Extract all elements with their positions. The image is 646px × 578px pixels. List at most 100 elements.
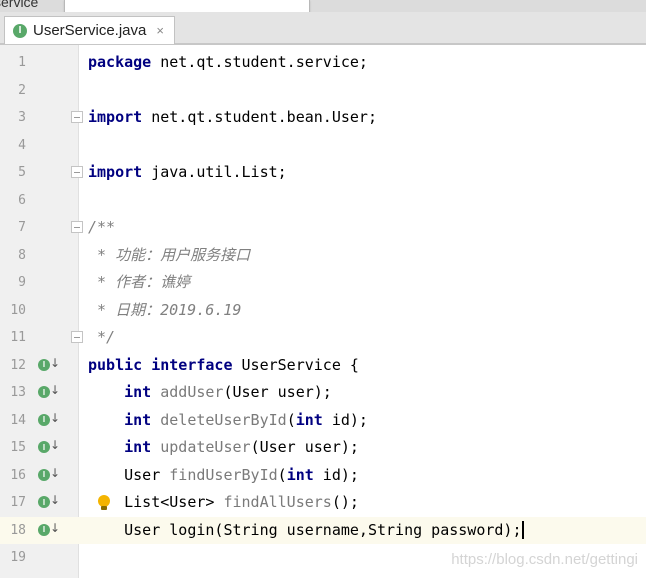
line-number: 3 (18, 110, 26, 125)
code-line[interactable]: 11 */ (0, 324, 646, 352)
arrow-down-icon: ↓ (50, 465, 61, 480)
keyword-token: package (88, 53, 152, 71)
keyword-token: int (124, 383, 152, 401)
line-number: 14 (10, 412, 26, 428)
line-number: 5 (18, 165, 26, 180)
keyword-token: int (124, 410, 152, 429)
line-number: 7 (18, 220, 26, 235)
keyword-token: int (124, 438, 152, 456)
keyword-token: int (295, 410, 323, 429)
code-token: List<User> (88, 493, 224, 511)
comment-token: * 日期：2019.6.19 (88, 300, 242, 319)
implemented-marker-icon[interactable]: I ↓ (38, 466, 60, 482)
implemented-marker-icon[interactable]: I ↓ (38, 356, 60, 372)
code-text: package net.qt.student.service; (88, 49, 368, 77)
fold-icon[interactable] (71, 111, 83, 123)
arrow-down-icon: ↓ (50, 410, 61, 425)
code-line[interactable]: 4 (0, 132, 646, 160)
code-line[interactable]: 2 (0, 77, 646, 105)
method-name-token: updateUser (160, 438, 251, 456)
breadcrumb[interactable]: service (0, 0, 38, 10)
comment-token: */ (88, 328, 116, 346)
tab-label: UserService.java (33, 22, 147, 39)
code-line[interactable]: 9 * 作者：谯婷 (0, 269, 646, 297)
line-number: 19 (10, 550, 26, 565)
code-token: ( (286, 410, 296, 429)
code-line[interactable]: 7 /** (0, 214, 646, 242)
code-line[interactable]: 15 I ↓ int updateUser(User user); (0, 434, 646, 462)
code-line[interactable]: 3 import net.qt.student.bean.User; (0, 104, 646, 132)
code-text: * 作者：谯婷 (88, 269, 190, 297)
interface-icon: I (38, 468, 50, 481)
interface-icon: I (38, 413, 50, 426)
interface-icon: I (38, 386, 50, 398)
code-token: (); (331, 493, 359, 511)
code-line[interactable]: 6 (0, 187, 646, 215)
method-name-token: findUserById (169, 465, 278, 484)
arrow-down-icon: ↓ (50, 493, 61, 507)
code-text: /** (88, 214, 115, 242)
implemented-marker-icon[interactable]: I ↓ (38, 521, 60, 537)
implemented-marker-icon[interactable]: I ↓ (38, 493, 60, 509)
arrow-down-icon: ↓ (50, 383, 61, 397)
keyword-token: public (88, 355, 143, 374)
close-icon[interactable]: × (156, 23, 164, 38)
editor-tab-bar: I UserService.java × (0, 12, 646, 45)
comment-token: * 功能：用户服务接口 (88, 245, 251, 264)
code-line[interactable]: 13 I ↓ int addUser(User user); (0, 379, 646, 407)
code-text: */ (88, 324, 115, 352)
implemented-marker-icon[interactable]: I ↓ (38, 438, 60, 454)
code-text: User login(String username,String passwo… (88, 517, 525, 545)
code-line[interactable]: 1 package net.qt.student.service; (0, 49, 646, 77)
code-token: java.util.List; (142, 163, 287, 181)
line-number: 6 (18, 192, 26, 208)
code-line[interactable]: 16 I ↓ User findUserById(int id); (0, 462, 646, 490)
line-number: 15 (10, 440, 26, 455)
code-text: int deleteUserById(int id); (88, 407, 368, 435)
interface-icon: I (38, 441, 50, 453)
implemented-marker-icon[interactable]: I ↓ (38, 411, 60, 427)
line-number: 1 (18, 55, 26, 70)
code-line[interactable]: 14 I ↓ int deleteUserById(int id); (0, 407, 646, 435)
code-line[interactable]: 5 import java.util.List; (0, 159, 646, 187)
code-token: id); (313, 465, 359, 484)
interface-icon: I (38, 523, 50, 536)
code-text: public interface UserService { (88, 352, 359, 380)
code-line[interactable]: 12 I ↓ public interface UserService { (0, 352, 646, 380)
ide-window: service I UserService.java × 1 package ne… (0, 0, 646, 578)
method-name-token: deleteUserById (160, 410, 287, 429)
code-editor[interactable]: 1 package net.qt.student.service; 2 3 import… (0, 45, 646, 578)
code-line[interactable]: 10 * 日期：2019.6.19 (0, 297, 646, 325)
line-number: 8 (18, 247, 26, 263)
tab-userservice[interactable]: I UserService.java × (4, 16, 175, 44)
line-number: 18 (10, 522, 26, 538)
method-name-token: findAllUsers (223, 493, 332, 511)
code-token: net.qt.student.service; (151, 53, 368, 71)
code-token: UserService { (232, 355, 359, 374)
watermark: https://blog.csdn.net/gettingi (451, 551, 638, 568)
line-number: 10 (10, 302, 26, 318)
code-text: int addUser(User user); (88, 379, 332, 407)
line-number: 17 (10, 495, 26, 510)
interface-icon: I (38, 358, 50, 371)
implemented-marker-icon[interactable]: I ↓ (38, 383, 60, 399)
code-line[interactable]: 8 * 功能：用户服务接口 (0, 242, 646, 270)
fold-icon[interactable] (71, 166, 83, 178)
line-number: 4 (18, 137, 26, 153)
fold-icon[interactable] (71, 331, 83, 343)
code-token: User login(String username,String passwo… (88, 520, 522, 539)
code-token: (User user); (250, 438, 359, 456)
code-line[interactable]: 17 I ↓ List<User> findAllUsers(); (0, 489, 646, 517)
code-token: (User user); (223, 383, 332, 401)
method-name-token: addUser (160, 383, 224, 401)
line-number: 13 (10, 385, 26, 400)
fold-icon[interactable] (71, 221, 83, 233)
text-caret (522, 521, 525, 539)
line-number: 2 (18, 82, 26, 98)
code-line[interactable]: 18 I ↓ User login(String username,String p… (0, 516, 646, 545)
